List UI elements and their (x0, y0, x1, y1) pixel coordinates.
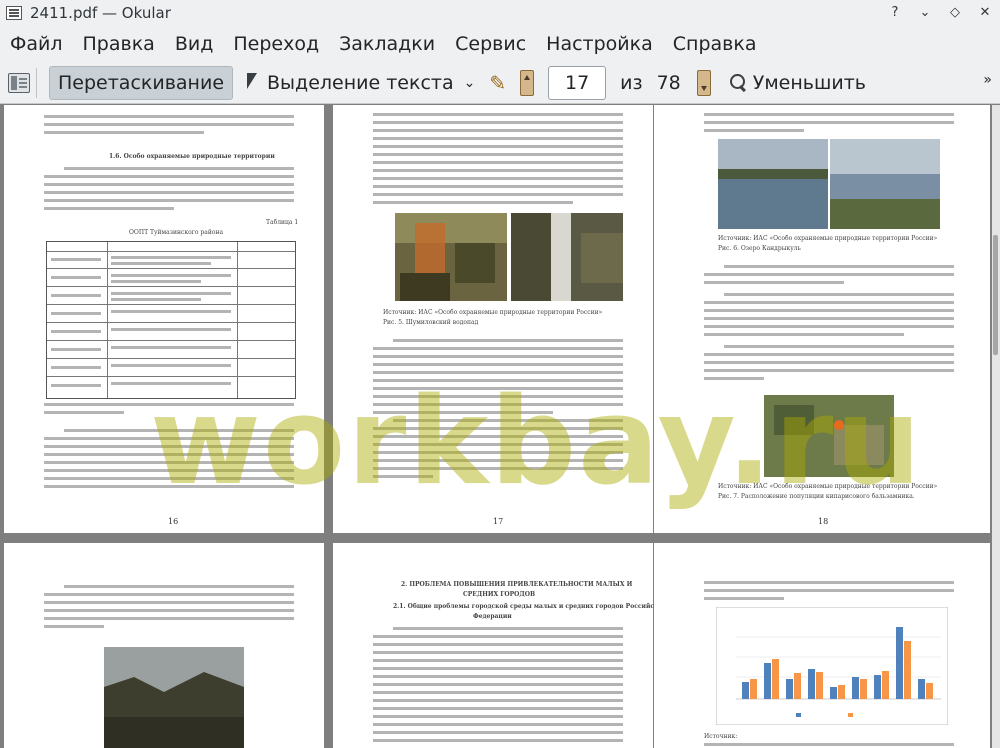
menu-tools[interactable]: Сервис (455, 33, 526, 55)
page-of-label: из (620, 71, 643, 94)
menu-bar: Файл Правка Вид Переход Закладки Сервис … (0, 26, 1000, 62)
lake-photo-2 (830, 139, 940, 229)
page-number-input[interactable] (548, 65, 607, 100)
landscape-photo (104, 647, 244, 748)
figure-caption-17: Источник: ИАС «Особо охраняемые природны… (383, 309, 603, 316)
vertical-scrollbar[interactable] (992, 105, 1000, 748)
close-button[interactable]: ✕ (970, 0, 1000, 26)
menu-edit[interactable]: Правка (83, 33, 155, 55)
previous-page-icon[interactable] (520, 69, 535, 96)
table-label: Таблица 1 (266, 219, 299, 226)
window-title: 2411.pdf — Okular (30, 4, 171, 22)
page-number-16: 16 (168, 517, 179, 526)
figure-title-17: Рис. 5. Шумиловский водопад (383, 319, 479, 326)
menu-file[interactable]: Файл (10, 33, 63, 55)
toolbar-separator (36, 67, 37, 98)
text-selection-tool-button[interactable]: Выделение текста ⌄ (247, 66, 475, 100)
section-subheading: 2.1. Общие проблемы городской среды малы… (393, 603, 667, 610)
chart-source-label: Источник: (704, 733, 738, 740)
pdf-page-19 (4, 543, 324, 748)
zoom-out-button[interactable]: Уменьшить (729, 72, 866, 94)
menu-settings[interactable]: Настройка (546, 33, 653, 55)
menu-go[interactable]: Переход (233, 33, 319, 55)
waterfall-photo-2 (511, 213, 623, 301)
section-subheading-2: Федерации (473, 613, 512, 620)
page-number-17: 17 (493, 517, 504, 526)
zoom-out-icon (729, 73, 749, 93)
page-number-18: 18 (818, 517, 829, 526)
lake-photo-1 (718, 139, 828, 229)
zoom-out-label: Уменьшить (752, 71, 866, 94)
browse-tool-button[interactable]: Перетаскивание (49, 65, 234, 100)
chevron-down-icon[interactable]: ⌄ (464, 75, 476, 91)
bar-chart-figure (716, 607, 948, 725)
total-pages-label: 78 (656, 71, 681, 94)
figure-caption-18a: Источник: ИАС «Особо охраняемые природны… (718, 235, 938, 242)
sidebar-toggle-icon[interactable] (8, 72, 30, 93)
chapter-heading: 2. ПРОБЛЕМА ПОВЫШЕНИЯ ПРИВЛЕКАТЕЛЬНОСТИ … (401, 581, 633, 588)
waterfall-photo-1 (395, 213, 507, 301)
window-controls: ? ⌄ ◇ ✕ (880, 0, 1000, 26)
pdf-page-21: Источник: (654, 543, 990, 748)
pdf-page-20: 2. ПРОБЛЕМА ПОВЫШЕНИЯ ПРИВЛЕКАТЕЛЬНОСТИ … (333, 543, 667, 748)
title-bar: 2411.pdf — Okular ? ⌄ ◇ ✕ (0, 0, 1000, 26)
menu-view[interactable]: Вид (175, 33, 214, 55)
table-caption: ООПТ Туймазинского района (129, 229, 224, 236)
minimize-button[interactable]: ⌄ (910, 0, 940, 26)
main-toolbar: Перетаскивание Выделение текста ⌄ ✎ из 7… (0, 62, 1000, 104)
section-heading: 1.6. Особо охраняемые природные территор… (109, 153, 275, 160)
maximize-button[interactable]: ◇ (940, 0, 970, 26)
annotation-pen-icon[interactable]: ✎ (489, 71, 506, 95)
chapter-heading-2: СРЕДНИХ ГОРОДОВ (463, 591, 536, 598)
help-icon[interactable]: ? (880, 0, 910, 26)
watermark-text: workbay.ru (150, 373, 923, 512)
document-view[interactable]: 1.6. Особо охраняемые природные территор… (0, 105, 1000, 748)
scrollbar-thumb[interactable] (993, 235, 998, 355)
figure-title-18a: Рис. 6. Озеро Кандрыкуль (718, 245, 801, 252)
menu-bookmarks[interactable]: Закладки (339, 33, 435, 55)
app-icon (6, 6, 22, 20)
text-selection-label: Выделение текста (267, 71, 454, 94)
toolbar-overflow-icon[interactable]: » (983, 72, 992, 88)
menu-help[interactable]: Справка (673, 33, 757, 55)
next-page-icon[interactable] (696, 69, 711, 96)
cursor-arrow-icon (247, 72, 261, 93)
